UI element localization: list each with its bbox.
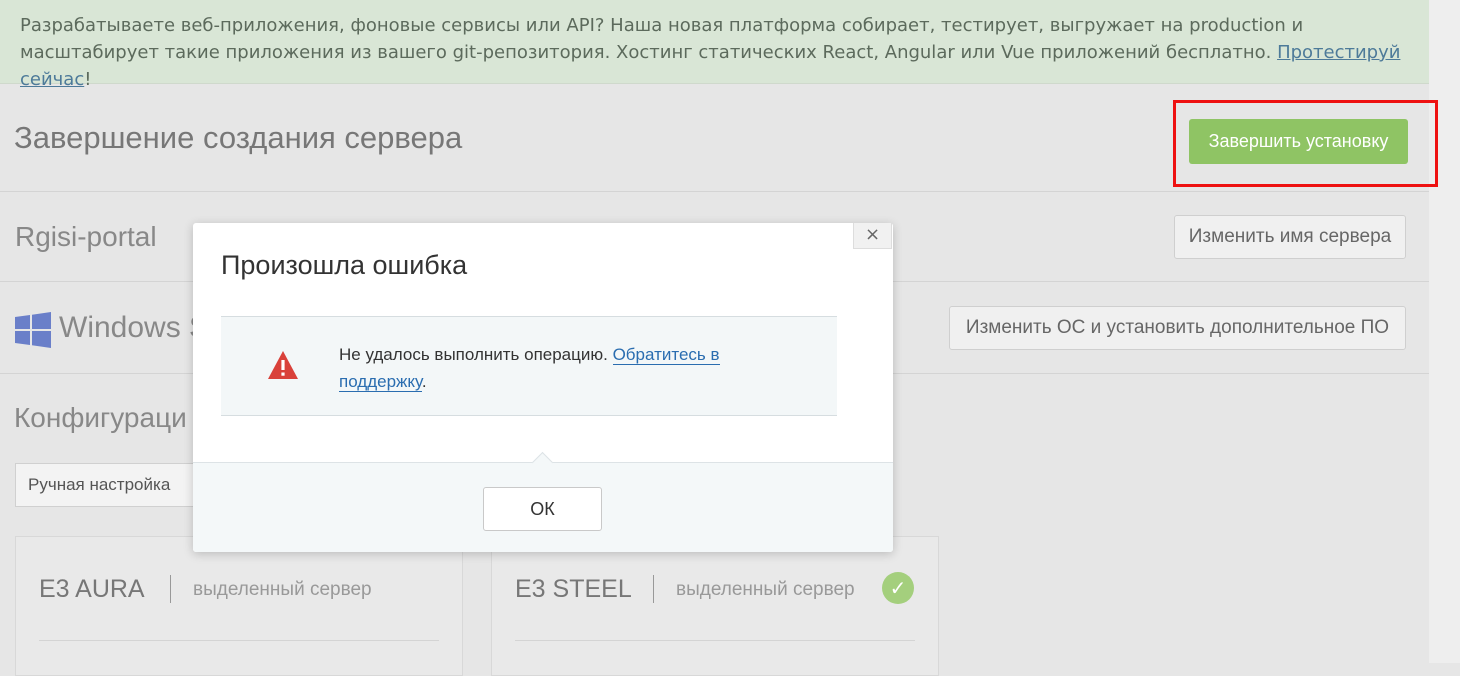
card-type: выделенный сервер: [193, 579, 372, 600]
banner-text: Разрабатываете веб-приложения, фоновые с…: [20, 15, 1304, 63]
dialog-title: Произошла ошибка: [221, 250, 468, 280]
error-message-box: Не удалось выполнить операцию. Обратитес…: [221, 316, 837, 416]
os-name: Windows S: [59, 311, 210, 344]
rename-server-button[interactable]: Изменить имя сервера: [1174, 215, 1406, 259]
error-message-text: Не удалось выполнить операцию.: [339, 345, 613, 364]
card-separator: [653, 575, 654, 603]
card-divider: [39, 640, 439, 641]
error-message: Не удалось выполнить операцию. Обратитес…: [339, 341, 779, 395]
finish-setup-button[interactable]: Завершить установку: [1189, 119, 1408, 164]
server-card[interactable]: E3 AURA выделенный сервер: [15, 536, 463, 676]
close-icon[interactable]: ×: [853, 223, 892, 249]
dialog-footer: ОК: [193, 451, 893, 552]
card-type: выделенный сервер: [676, 579, 855, 600]
windows-logo-icon: [15, 312, 51, 348]
error-message-end: .: [421, 372, 427, 391]
error-dialog: × Произошла ошибка Не удалось выполнить …: [193, 223, 893, 552]
warning-icon: [268, 351, 298, 379]
manual-config-tab[interactable]: Ручная настройка: [15, 463, 215, 507]
ok-button[interactable]: ОК: [483, 487, 602, 531]
change-os-button[interactable]: Изменить ОС и установить дополнительное …: [949, 306, 1406, 350]
config-title: Конфигураци: [14, 402, 187, 433]
server-card-selected[interactable]: E3 STEEL выделенный сервер ✓: [491, 536, 939, 676]
card-name: E3 AURA: [39, 575, 145, 603]
card-divider: [515, 640, 915, 641]
page-title: Завершение создания сервера: [14, 120, 463, 155]
card-name: E3 STEEL: [515, 575, 632, 603]
card-separator: [170, 575, 171, 603]
footer-notch: [531, 451, 554, 474]
promo-banner: Разрабатываете веб-приложения, фоновые с…: [0, 0, 1429, 90]
server-name: Rgisi-portal: [15, 221, 157, 252]
check-icon: ✓: [882, 572, 914, 604]
